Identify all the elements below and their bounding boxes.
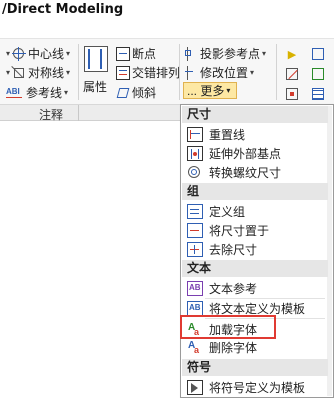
modify-position-button[interactable]: 修改位置 ▾ xyxy=(184,64,254,81)
menu-header-text: 文本 xyxy=(182,260,328,277)
projection-reference-button[interactable]: 投影参考点 ▾ xyxy=(184,45,266,62)
dropdown-arrow-icon: ▾ xyxy=(66,49,71,58)
text-template-icon: AB xyxy=(187,301,203,316)
dropdown-arrow-icon: ▾ xyxy=(250,68,255,77)
annotation-group-label: 注释 xyxy=(39,108,64,122)
modify-position-label: 修改位置 xyxy=(200,66,249,80)
select-arrow-icon[interactable]: ▶ xyxy=(282,46,302,62)
break-point-button[interactable]: 断点 xyxy=(116,45,156,62)
centerline-icon xyxy=(12,46,27,61)
menu-item-remove-dimension[interactable]: 去除尺寸 xyxy=(182,240,328,259)
menu-item-label: 去除尺寸 xyxy=(209,243,258,257)
slant-button[interactable]: 倾斜 xyxy=(116,84,156,101)
break-icon xyxy=(116,46,130,61)
more-dropdown-menu: 尺寸 重置线 延伸外部基点 转换螺纹尺寸 组 定义组 将尺寸置于 去除尺寸 文本… xyxy=(180,104,334,398)
menu-item-label: 删除字体 xyxy=(209,341,258,355)
table-icon[interactable] xyxy=(308,86,328,102)
projection-label: 投影参考点 xyxy=(200,47,261,61)
menu-item-text-as-template[interactable]: AB 将文本定义为模板 xyxy=(182,299,328,318)
dropdown-arrow-icon: ▾ xyxy=(226,86,231,95)
menu-item-label: 加载字体 xyxy=(209,323,258,337)
window-title: /Direct Modeling xyxy=(2,2,124,17)
dropdown-arrow-icon: ▾ xyxy=(66,68,71,77)
edit-icon[interactable] xyxy=(282,66,302,82)
menu-item-label: 将文本定义为模板 xyxy=(209,302,306,316)
menu-item-label: 定义组 xyxy=(209,205,246,219)
centerline-button[interactable]: ▾ 中心线 ▾ xyxy=(6,45,70,62)
reference-line-icon: ABI xyxy=(6,86,24,100)
menu-header-group: 组 xyxy=(182,183,328,200)
thread-dimension-icon xyxy=(187,165,203,180)
properties-button[interactable]: 属性 xyxy=(83,46,110,98)
menu-item-label: 延伸外部基点 xyxy=(209,147,282,161)
menu-item-delete-font[interactable]: A a 删除字体 xyxy=(182,338,328,357)
cross-arrange-label: 交错排列 xyxy=(132,66,181,80)
delete-font-icon: A a xyxy=(188,340,200,355)
symbol-icon[interactable] xyxy=(282,86,302,102)
menu-item-load-font[interactable]: A a 加载字体 xyxy=(182,320,328,339)
menu-item-symbol-as-template[interactable]: 将符号定义为模板 xyxy=(182,378,328,397)
layout-icon[interactable] xyxy=(308,66,328,82)
properties-icon xyxy=(84,46,108,72)
menu-header-dimension: 尺寸 xyxy=(182,106,328,123)
more-label: ... 更多 xyxy=(187,84,225,98)
menu-item-label: 文本参考 xyxy=(209,282,258,296)
text-reference-icon: AB xyxy=(187,281,203,296)
menu-separator xyxy=(205,318,325,319)
more-button[interactable]: ... 更多 ▾ xyxy=(183,82,237,99)
menu-item-define-group[interactable]: 定义组 xyxy=(182,202,328,221)
slant-label: 倾斜 xyxy=(132,86,157,100)
menu-item-label: 将尺寸置于 xyxy=(209,224,270,238)
menu-item-extend-base-point[interactable]: 延伸外部基点 xyxy=(182,144,328,163)
dropdown-arrow-icon: ▾ xyxy=(64,88,69,97)
symbol-template-icon xyxy=(187,380,203,395)
cross-arrange-button[interactable]: 交错排列 xyxy=(116,64,180,81)
centerline-label: 中心线 xyxy=(28,47,65,61)
symmetry-line-button[interactable]: ▾ 对称线 ▾ xyxy=(6,64,70,81)
title-bar: /Direct Modeling xyxy=(0,0,334,38)
reference-line-button[interactable]: ABI 参考线 ▾ xyxy=(6,84,68,101)
properties-label: 属性 xyxy=(83,80,108,94)
dropdown-arrow-icon: ▾ xyxy=(6,68,11,77)
projection-icon xyxy=(184,46,198,61)
modify-position-icon xyxy=(184,65,198,80)
menu-item-place-dimension[interactable]: 将尺寸置于 xyxy=(182,221,328,240)
ribbon-separator xyxy=(276,44,277,100)
extend-base-point-icon xyxy=(187,146,203,161)
dropdown-arrow-icon: ▾ xyxy=(262,49,267,58)
menu-item-text-reference[interactable]: AB 文本参考 xyxy=(182,279,328,298)
group-separator xyxy=(78,105,79,121)
menu-item-label: 重置线 xyxy=(209,128,246,142)
menu-item-label: 转换螺纹尺寸 xyxy=(209,166,282,180)
menu-item-reset-line[interactable]: 重置线 xyxy=(182,125,328,144)
load-font-icon: A a xyxy=(188,322,200,337)
define-group-icon xyxy=(187,204,203,219)
symmetry-label: 对称线 xyxy=(28,66,65,80)
place-dimension-icon xyxy=(187,223,203,238)
slant-icon xyxy=(116,86,130,100)
cross-arrange-icon xyxy=(116,65,130,80)
remove-dimension-icon xyxy=(187,242,203,257)
ribbon-separator xyxy=(78,44,79,100)
symmetry-icon xyxy=(11,65,26,80)
dropdown-arrow-icon: ▾ xyxy=(6,49,11,58)
break-label: 断点 xyxy=(132,47,157,61)
reference-line-label: 参考线 xyxy=(26,86,63,100)
reset-line-icon xyxy=(187,127,203,142)
menu-header-symbol: 符号 xyxy=(182,359,328,376)
menu-item-convert-thread-dimension[interactable]: 转换螺纹尺寸 xyxy=(182,163,328,182)
ribbon-separator xyxy=(179,44,180,100)
menu-item-label: 将符号定义为模板 xyxy=(209,381,306,395)
grid-icon[interactable] xyxy=(308,46,328,62)
